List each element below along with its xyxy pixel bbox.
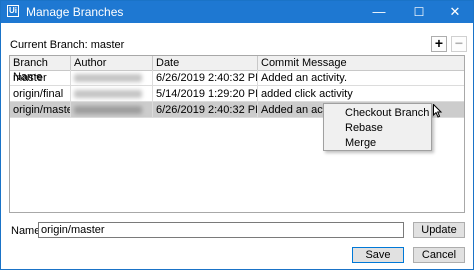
uipath-app-icon: Ui (7, 5, 19, 17)
branch-context-menu: Checkout Branch Rebase Merge (323, 103, 432, 151)
author-cell (71, 70, 153, 86)
branch-name-input[interactable] (38, 222, 404, 238)
redacted-author (74, 90, 142, 98)
redacted-author (74, 74, 142, 82)
menu-item-merge[interactable]: Merge (324, 136, 431, 151)
column-header-branch-name[interactable]: Branch Name (10, 56, 71, 83)
branch-name-cell: origin/master (10, 102, 71, 118)
manage-branches-window: Ui Manage Branches — ☐ ✕ Current Branch:… (0, 0, 474, 270)
name-label: Name (11, 225, 41, 237)
redacted-author (74, 106, 142, 114)
menu-item-checkout-branch[interactable]: Checkout Branch (324, 106, 431, 121)
window-title: Manage Branches (26, 5, 124, 19)
close-button[interactable]: ✕ (437, 1, 473, 23)
date-cell: 5/14/2019 1:29:20 PM (153, 86, 258, 102)
column-header-author[interactable]: Author (71, 56, 153, 70)
column-header-date[interactable]: Date (153, 56, 258, 70)
table-row[interactable]: master 6/26/2019 2:40:32 PM Added an act… (10, 70, 464, 86)
menu-item-rebase[interactable]: Rebase (324, 121, 431, 136)
column-header-commit-message[interactable]: Commit Message (258, 56, 464, 70)
maximize-button[interactable]: ☐ (401, 1, 437, 23)
update-button[interactable]: Update (413, 222, 465, 238)
table-row[interactable]: origin/final 5/14/2019 1:29:20 PM added … (10, 86, 464, 102)
title-bar[interactable]: Ui Manage Branches — ☐ ✕ (1, 1, 473, 23)
save-button[interactable]: Save (352, 247, 404, 263)
mouse-pointer-icon (433, 104, 443, 118)
cancel-button[interactable]: Cancel (413, 247, 465, 263)
commit-message-cell: added click activity (261, 88, 353, 100)
remove-branch-button[interactable]: − (451, 36, 467, 52)
current-branch-value: master (90, 39, 125, 51)
add-branch-button[interactable]: + (431, 36, 447, 52)
date-cell: 6/26/2019 2:40:32 PM (153, 102, 258, 118)
current-branch-label: Current Branch: (10, 39, 88, 51)
grid-header: Branch Name Author Date Commit Message (10, 56, 464, 83)
author-cell (71, 102, 153, 118)
date-cell: 6/26/2019 2:40:32 PM (153, 70, 258, 86)
branch-name-cell: origin/final (10, 86, 71, 102)
author-cell (71, 86, 153, 102)
current-branch-info: Current Branch: master (10, 39, 124, 51)
branch-name-cell: master (10, 70, 71, 86)
commit-message-cell: Added an activity. (261, 72, 348, 84)
minimize-button[interactable]: — (361, 1, 397, 23)
